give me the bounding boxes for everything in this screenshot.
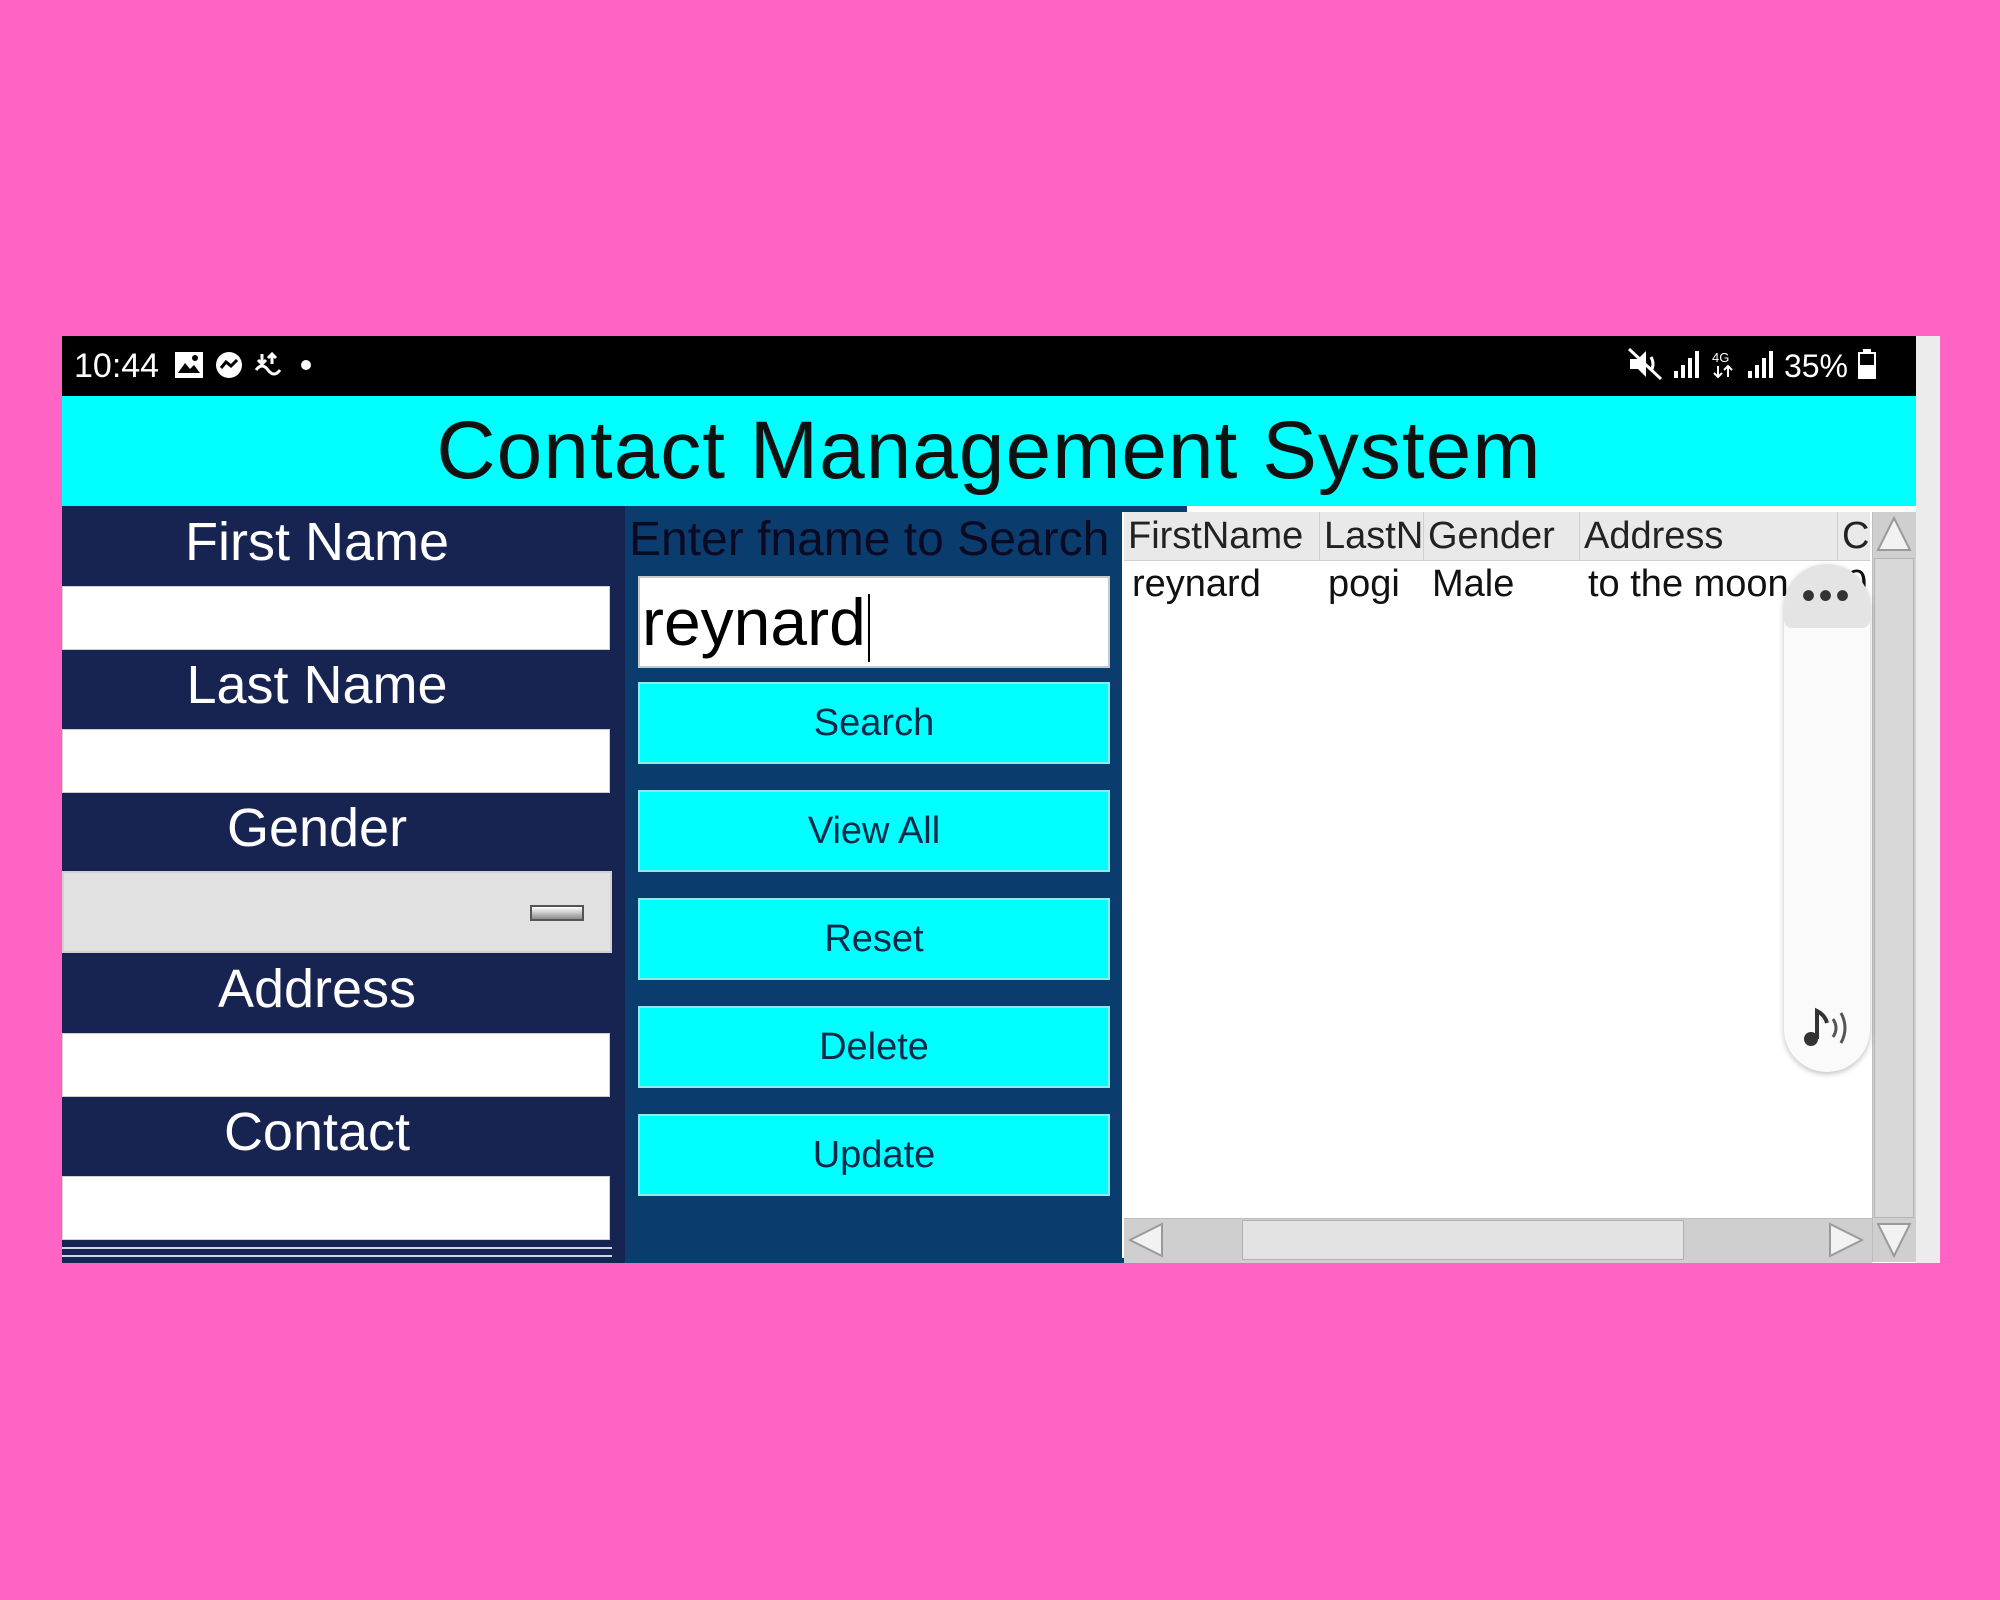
- column-header-firstname[interactable]: FirstName: [1124, 512, 1320, 560]
- table-header: FirstName LastN Gender Address C: [1124, 512, 1870, 561]
- gender-select[interactable]: [62, 871, 612, 953]
- status-time: 10:44: [74, 347, 160, 385]
- search-input[interactable]: reynard: [638, 576, 1110, 668]
- cell-address: to the moon: [1588, 563, 1789, 605]
- delete-button[interactable]: Delete: [638, 1006, 1110, 1088]
- screen-edge: [1916, 336, 1940, 1263]
- music-sound-icon[interactable]: [1792, 998, 1862, 1058]
- text-caret: [867, 593, 870, 662]
- scroll-right-icon[interactable]: [1826, 1220, 1866, 1265]
- search-label: Enter fname to Search: [629, 513, 1110, 566]
- vertical-scroll-thumb[interactable]: [1874, 558, 1914, 1218]
- cell-firstname: reynard: [1132, 563, 1261, 605]
- scroll-left-icon[interactable]: [1126, 1220, 1166, 1265]
- contact-field[interactable]: [62, 1176, 610, 1240]
- cell-gender: Male: [1432, 563, 1515, 605]
- status-right-icons: 4G 35%: [1627, 346, 1876, 386]
- signal-icon: [1672, 349, 1700, 384]
- status-bar: 10:44 4G 35%: [62, 336, 1916, 396]
- scroll-up-icon[interactable]: [1874, 514, 1914, 559]
- app-header: Contact Management System: [62, 396, 1916, 506]
- dropdown-arrow-icon[interactable]: [530, 905, 584, 921]
- address-field[interactable]: [62, 1033, 610, 1097]
- column-header-lastname[interactable]: LastN: [1320, 512, 1424, 560]
- dot-icon: [300, 348, 312, 382]
- cell-lastname: pogi: [1328, 563, 1400, 605]
- last-name-label: Last Name: [186, 655, 448, 715]
- first-name-field[interactable]: [62, 586, 610, 650]
- search-button[interactable]: Search: [638, 682, 1110, 764]
- contact-label: Contact: [223, 1102, 411, 1162]
- gender-label: Gender: [226, 798, 408, 858]
- messenger-icon: [214, 348, 244, 382]
- data-transfer-icon: [252, 348, 282, 382]
- contacts-table: [1122, 512, 1872, 1258]
- column-header-address[interactable]: Address: [1580, 512, 1838, 560]
- search-input-value: reynard: [642, 585, 866, 659]
- svg-text:4G: 4G: [1712, 350, 1729, 365]
- 4g-icon: 4G: [1710, 349, 1736, 384]
- page-title: Contact Management System: [436, 405, 1542, 496]
- update-button[interactable]: Update: [638, 1114, 1110, 1196]
- column-header-contact[interactable]: C: [1838, 512, 1870, 560]
- view-all-button[interactable]: View All: [638, 790, 1110, 872]
- floating-toolbar[interactable]: [1784, 564, 1870, 1072]
- signal-icon: [1746, 349, 1774, 384]
- reset-button[interactable]: Reset: [638, 898, 1110, 980]
- battery-level: 35%: [1783, 347, 1848, 384]
- horizontal-scroll-thumb[interactable]: [1242, 1220, 1684, 1260]
- address-label: Address: [217, 959, 417, 1019]
- last-name-field[interactable]: [62, 729, 610, 793]
- column-header-gender[interactable]: Gender: [1424, 512, 1580, 560]
- gallery-icon: [174, 348, 204, 382]
- scroll-down-icon[interactable]: [1874, 1220, 1914, 1265]
- submit-button-edge[interactable]: [62, 1247, 612, 1257]
- first-name-label: First Name: [184, 512, 449, 572]
- battery-icon: [1858, 348, 1876, 384]
- mute-icon: [1627, 347, 1662, 385]
